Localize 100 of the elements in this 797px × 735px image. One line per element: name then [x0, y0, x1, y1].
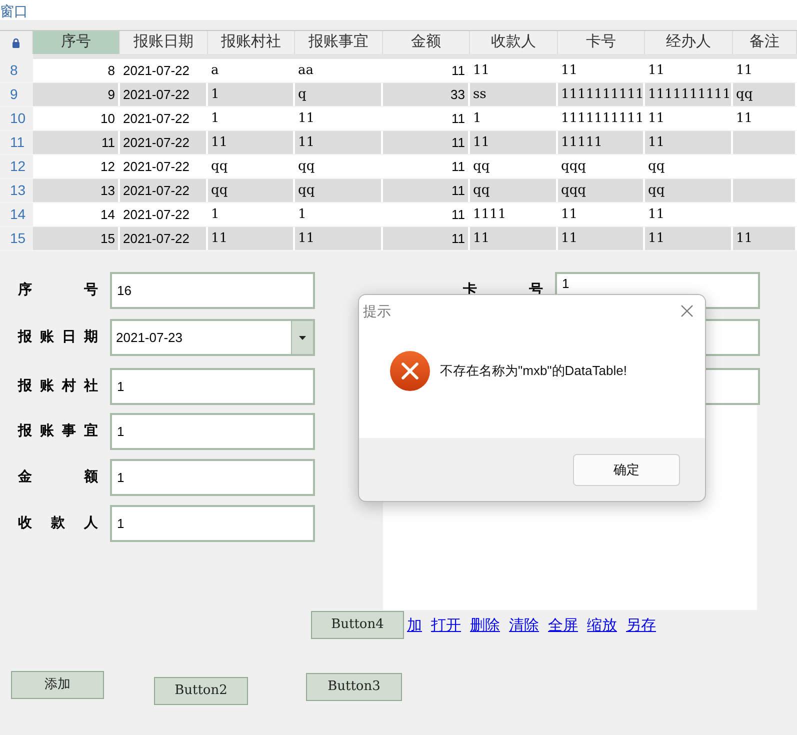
table-cell-text: 1	[473, 110, 482, 128]
table-cell-text: ss	[473, 86, 486, 104]
row-number[interactable]: 13	[0, 179, 33, 202]
table-cell-text: 1	[211, 110, 220, 128]
table-cell-text: 14	[100, 206, 115, 224]
table-cell-text: 11	[648, 230, 665, 248]
table-cell-text: qq	[648, 182, 665, 200]
caret-icon	[299, 336, 306, 340]
table-cell-text: 1	[298, 206, 306, 224]
table-cell-text: qqq	[561, 158, 586, 176]
table-cell-text: qq	[473, 158, 490, 176]
field-label: 序号	[18, 280, 98, 300]
date-dropdown[interactable]: 2021-07-23	[110, 319, 315, 356]
table-cell-text: 11	[298, 110, 315, 128]
table-cell-text: 11	[561, 230, 578, 248]
table-cell-text: qq	[298, 158, 315, 176]
table-cell-text: a	[211, 62, 219, 80]
table-cell-text: 8	[108, 62, 115, 80]
link[interactable]: 打开	[431, 615, 461, 638]
dialog-message: 不存在名称为"mxb"的DataTable!	[440, 362, 627, 380]
row-number[interactable]: 14	[0, 203, 33, 226]
table-cell-text: 11	[736, 62, 753, 80]
window-title: 窗口	[0, 4, 28, 18]
table-cell-text: 11	[648, 62, 665, 80]
table-cell-text: 11	[736, 110, 753, 128]
field-label: 收款人	[18, 514, 98, 533]
table-cell-text: 2021-07-22	[123, 134, 190, 152]
table-cell-text: qq	[648, 158, 665, 176]
button[interactable]: Button3	[306, 673, 402, 701]
table-cell-text: 1111	[473, 206, 506, 224]
table-cell-text: 11111	[561, 134, 602, 152]
table-cell-text: 11	[648, 134, 665, 152]
table-cell-text: 1	[211, 206, 220, 224]
row-number[interactable]: 8	[0, 59, 33, 82]
row-number[interactable]: 11	[0, 131, 33, 154]
table-cell-text: q	[298, 86, 306, 104]
link[interactable]: 全屏	[548, 615, 578, 638]
button[interactable]: 添加	[11, 671, 104, 699]
link[interactable]: 缩放	[587, 615, 617, 638]
input-field[interactable]: 1	[110, 413, 315, 450]
row-number[interactable]: 12	[0, 155, 33, 178]
table-cell-text: 11	[452, 134, 465, 152]
table-cell-text: 13	[100, 182, 115, 200]
field-label: 报账村社	[18, 377, 98, 396]
table-cell-text: 9	[108, 86, 115, 104]
table-cell-text: qq	[211, 182, 228, 200]
table-cell-text: 11	[298, 230, 315, 248]
row-number[interactable]: 15	[0, 227, 33, 250]
field-label: 报账日期	[18, 328, 98, 347]
table-cell-text: 2021-07-22	[123, 110, 190, 128]
table-cell-text: 11	[452, 230, 465, 248]
dialog-title: 提示	[363, 302, 391, 320]
field-label: 金额	[18, 468, 98, 487]
ok-button[interactable]: 确定	[573, 454, 680, 486]
table-cell-text: 15	[100, 230, 115, 248]
table-cell-text: 11	[648, 206, 665, 224]
table-cell-text: 11	[473, 62, 490, 80]
table-cell-text: 11	[298, 134, 315, 152]
table-cell-text: 11	[102, 134, 115, 152]
table-cell-text: 11	[561, 206, 578, 224]
table-cell-text: 2021-07-22	[123, 62, 190, 80]
table-cell-text: 11	[211, 230, 228, 248]
table-cell-text: 1111111111	[561, 110, 643, 128]
table-cell-text: 2021-07-22	[123, 182, 190, 200]
lock-icon	[12, 38, 20, 48]
table-cell-text: 11	[452, 158, 465, 176]
table-cell-text: 11	[452, 110, 465, 128]
table-cell-text: 1111111111	[561, 86, 643, 104]
table-cell-text: 10	[100, 110, 115, 128]
table-cell-text: 11	[452, 182, 465, 200]
field-label: 报账事宜	[18, 422, 98, 441]
input-field[interactable]: 1	[110, 368, 315, 405]
table-cell-text: aa	[298, 62, 314, 80]
input-field[interactable]: 1	[110, 505, 315, 542]
link[interactable]: 加	[407, 615, 422, 638]
column-header[interactable]: 序号	[33, 31, 120, 54]
table-cell-text: 11	[736, 230, 753, 248]
row-number[interactable]: 10	[0, 107, 33, 130]
table-cell-text: 2021-07-22	[123, 86, 190, 104]
table-cell-text: 2021-07-22	[123, 206, 190, 224]
button[interactable]: Button2	[154, 677, 248, 705]
table-cell-text: qq	[736, 86, 753, 104]
input-field[interactable]: 16	[110, 272, 315, 309]
input-field[interactable]: 1	[110, 459, 315, 496]
table-cell-text: 11	[452, 62, 465, 80]
table-cell-text: 12	[100, 158, 115, 176]
link[interactable]: 清除	[509, 615, 539, 638]
row-number[interactable]: 9	[0, 83, 33, 106]
table-cell-text: 11	[473, 230, 490, 248]
link[interactable]: 另存	[626, 615, 656, 638]
table-cell-text: 2021-07-22	[123, 158, 190, 176]
table-cell-text: qq	[473, 182, 490, 200]
table-cell-text: 11	[452, 206, 465, 224]
table-cell-text: qq	[211, 158, 228, 176]
table-cell-text: 1111111111	[648, 86, 731, 104]
button[interactable]: Button4	[311, 611, 404, 639]
error-icon	[390, 350, 430, 390]
close-icon[interactable]	[681, 305, 693, 317]
table-cell-text: qqq	[561, 182, 586, 200]
link[interactable]: 删除	[470, 615, 500, 638]
